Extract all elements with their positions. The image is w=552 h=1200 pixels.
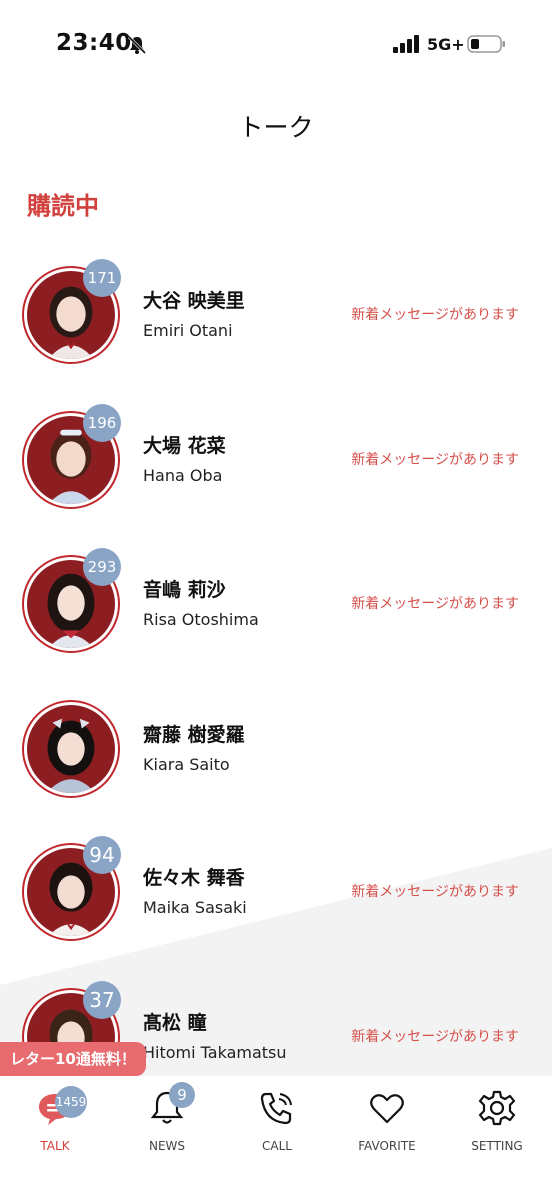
tab-label: CALL (262, 1139, 292, 1153)
unread-count-badge: 196 (83, 404, 121, 442)
tab-label: FAVORITE (358, 1139, 416, 1153)
news-unread-badge: 9 (169, 1082, 195, 1108)
heart-icon (370, 1094, 404, 1124)
talk-item[interactable]: 齋藤 樹愛羅 Kiara Saito (0, 700, 552, 820)
unread-count-badge: 37 (83, 981, 121, 1019)
member-name-en: Hitomi Takamatsu (143, 1043, 287, 1062)
talk-item[interactable]: 196 大場 花菜 Hana Oba 新着メッセージがあります (0, 404, 552, 531)
status-bar: 23:40 5G+ (0, 0, 552, 90)
new-message-status: 新着メッセージがあります (351, 307, 519, 323)
status-time: 23:40 (56, 30, 132, 56)
member-name-jp: 髙松 瞳 (143, 1012, 207, 1034)
member-name-jp: 大場 花菜 (143, 435, 226, 457)
member-name-jp: 佐々木 舞香 (143, 867, 245, 889)
tab-talk[interactable]: 1459 TALK (5, 1084, 105, 1154)
tab-label: SETTING (471, 1139, 523, 1153)
page-title: トーク (238, 113, 314, 142)
tab-label: NEWS (148, 1139, 186, 1153)
new-message-status: 新着メッセージがあります (351, 452, 519, 468)
gear-icon (478, 1090, 516, 1126)
bell-off-icon (127, 35, 147, 55)
member-name-en: Risa Otoshima (143, 610, 259, 629)
new-message-status: 新着メッセージがあります (351, 596, 519, 612)
tab-setting[interactable]: SETTING (447, 1084, 547, 1154)
talk-item[interactable]: 293 音嶋 莉沙 Risa Otoshima 新着メッセージがあります (0, 548, 552, 675)
new-message-status: 新着メッセージがあります (351, 1029, 519, 1045)
member-name-en: Maika Sasaki (143, 898, 247, 917)
tab-news[interactable]: 9 NEWS (117, 1082, 217, 1154)
network-type: 5G+ (427, 35, 465, 54)
member-name-jp: 大谷 映美里 (143, 290, 245, 312)
avatar-photo (46, 718, 96, 793)
unread-count-badge: 171 (83, 259, 121, 297)
phone-icon (260, 1092, 292, 1125)
free-letter-promo-button[interactable]: レター10通無料！ (0, 1042, 146, 1076)
tab-call[interactable]: CALL (227, 1084, 327, 1154)
talk-unread-badge: 1459 (55, 1086, 87, 1118)
member-name-en: Kiara Saito (143, 755, 230, 774)
talk-item[interactable]: 94 佐々木 舞香 Maika Sasaki 新着メッセージがあります (0, 836, 552, 963)
avatar (22, 700, 120, 798)
member-name-en: Hana Oba (143, 466, 223, 485)
talk-item[interactable]: 171 大谷 映美里 Emiri Otani 新着メッセージがあります (0, 259, 552, 386)
tab-label: TALK (40, 1139, 70, 1153)
unread-count-badge: 94 (83, 836, 121, 874)
battery-icon (467, 35, 505, 53)
new-message-status: 新着メッセージがあります (351, 884, 519, 900)
section-label-subscribed: 購読中 (27, 192, 99, 220)
signal-icon (393, 35, 419, 53)
tab-favorite[interactable]: FAVORITE (337, 1084, 437, 1154)
unread-count-badge: 293 (83, 548, 121, 586)
member-name-jp: 齋藤 樹愛羅 (143, 724, 245, 746)
member-name-en: Emiri Otani (143, 321, 233, 340)
member-name-jp: 音嶋 莉沙 (143, 579, 226, 601)
tab-bar: 1459 TALK 9 NEWS CALL FAVORITE SETTING (0, 1076, 552, 1200)
